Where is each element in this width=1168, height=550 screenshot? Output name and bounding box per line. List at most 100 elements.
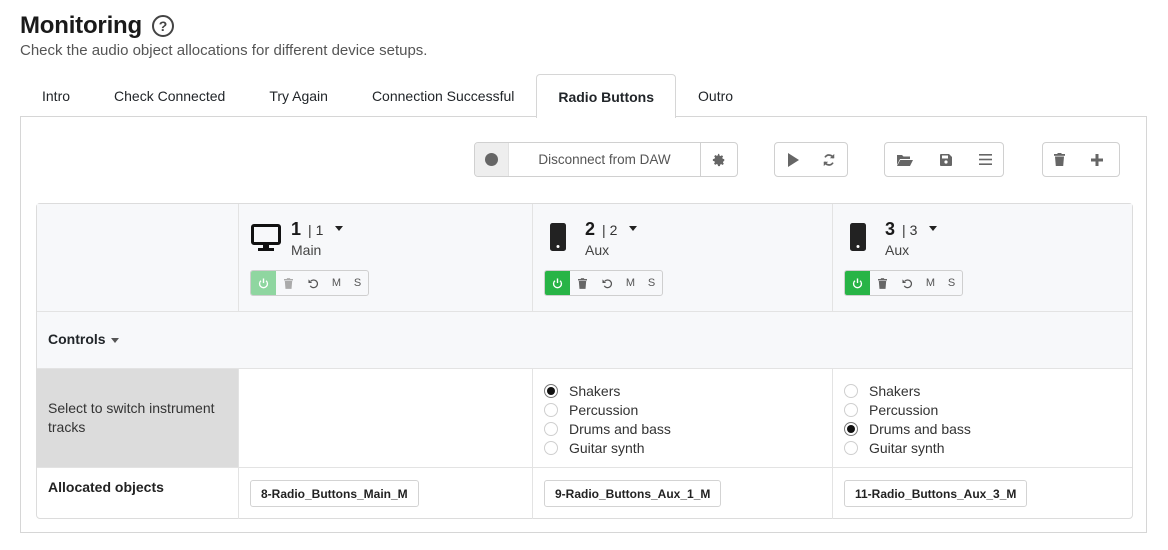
controls-label: Controls bbox=[48, 331, 106, 347]
delete-speaker-button[interactable] bbox=[570, 271, 595, 295]
allocated-objects-row: Allocated objects 8-Radio_Buttons_Main_M… bbox=[37, 468, 1132, 519]
radio-button[interactable] bbox=[844, 440, 858, 455]
radio-button-checked[interactable] bbox=[544, 383, 558, 398]
play-icon bbox=[788, 152, 799, 167]
file-toolbar bbox=[884, 142, 1004, 177]
power-button[interactable] bbox=[251, 271, 276, 295]
object-tag[interactable]: 8-Radio_Buttons_Main_M bbox=[250, 480, 419, 507]
page-title: Monitoring bbox=[20, 12, 142, 39]
power-button[interactable] bbox=[545, 271, 570, 295]
speaker-column-1: 1 | 1 Main M S bbox=[239, 204, 533, 311]
undo-icon bbox=[308, 278, 319, 288]
trash-icon bbox=[284, 277, 293, 289]
phone-icon bbox=[850, 223, 866, 251]
tab-outro[interactable]: Outro bbox=[676, 74, 755, 117]
tab-try-again[interactable]: Try Again bbox=[247, 74, 350, 117]
tab-intro[interactable]: Intro bbox=[20, 74, 92, 117]
monitor-icon bbox=[251, 224, 281, 251]
circle-icon bbox=[485, 153, 498, 166]
radio-row-label: Select to switch instrument tracks bbox=[48, 400, 215, 435]
mute-button[interactable]: M bbox=[326, 271, 347, 295]
speaker-controls: M S bbox=[250, 270, 369, 296]
menu-button[interactable] bbox=[967, 143, 1003, 176]
radio-button[interactable] bbox=[544, 402, 558, 417]
radio-button[interactable] bbox=[844, 383, 858, 398]
radio-control-row: Select to switch instrument tracks Shake… bbox=[37, 369, 1132, 468]
list-icon bbox=[978, 154, 992, 165]
solo-button[interactable]: S bbox=[941, 271, 962, 295]
undo-icon bbox=[602, 278, 613, 288]
edit-toolbar bbox=[1042, 142, 1120, 177]
speaker-dropdown-caret[interactable] bbox=[629, 226, 637, 231]
radio-option[interactable]: Guitar synth bbox=[544, 438, 671, 457]
power-icon bbox=[852, 277, 863, 288]
plus-icon bbox=[1091, 153, 1103, 166]
page-header: Monitoring ? Check the audio object allo… bbox=[20, 12, 427, 59]
mute-button[interactable]: M bbox=[620, 271, 641, 295]
radio-button-checked[interactable] bbox=[844, 421, 858, 436]
reset-button[interactable] bbox=[895, 271, 920, 295]
phone-icon bbox=[550, 223, 566, 251]
trash-icon bbox=[578, 277, 587, 289]
delete-button[interactable] bbox=[1043, 143, 1075, 176]
tab-check-connected[interactable]: Check Connected bbox=[92, 74, 247, 117]
solo-button[interactable]: S bbox=[347, 271, 368, 295]
delete-speaker-button[interactable] bbox=[276, 271, 301, 295]
speaker-dropdown-caret[interactable] bbox=[335, 226, 343, 231]
object-tag[interactable]: 9-Radio_Buttons_Aux_1_M bbox=[544, 480, 722, 507]
radio-option[interactable]: Drums and bass bbox=[544, 419, 671, 438]
tab-radio-buttons[interactable]: Radio Buttons bbox=[536, 74, 677, 118]
refresh-button[interactable] bbox=[811, 143, 847, 176]
radio-option[interactable]: Percussion bbox=[544, 400, 671, 419]
playback-toolbar bbox=[774, 142, 848, 177]
speaker-type: Aux bbox=[585, 242, 610, 258]
speaker-controls: M S bbox=[544, 270, 663, 296]
mute-button[interactable]: M bbox=[920, 271, 941, 295]
save-button[interactable] bbox=[925, 143, 967, 176]
radio-option[interactable]: Percussion bbox=[844, 400, 971, 419]
tab-connection-successful[interactable]: Connection Successful bbox=[350, 74, 536, 117]
gear-icon bbox=[712, 153, 725, 166]
refresh-icon bbox=[823, 153, 835, 166]
reset-button[interactable] bbox=[595, 271, 620, 295]
object-tag[interactable]: 11-Radio_Buttons_Aux_3_M bbox=[844, 480, 1028, 507]
radio-button[interactable] bbox=[544, 421, 558, 436]
power-button[interactable] bbox=[845, 271, 870, 295]
controls-toggle[interactable]: Controls bbox=[48, 331, 119, 347]
radio-option[interactable]: Shakers bbox=[544, 381, 671, 400]
help-icon[interactable]: ? bbox=[151, 15, 174, 37]
speaker-number: 1 | 1 bbox=[291, 219, 324, 239]
radio-button[interactable] bbox=[544, 440, 558, 455]
radio-button[interactable] bbox=[844, 402, 858, 417]
settings-button[interactable] bbox=[701, 143, 737, 176]
add-button[interactable] bbox=[1075, 143, 1119, 176]
reset-button[interactable] bbox=[301, 271, 326, 295]
solo-button[interactable]: S bbox=[641, 271, 662, 295]
delete-speaker-button[interactable] bbox=[870, 271, 895, 295]
allocated-cell-speaker-2: 9-Radio_Buttons_Aux_1_M bbox=[533, 468, 833, 519]
controls-row: Controls bbox=[37, 312, 1132, 369]
open-button[interactable] bbox=[885, 143, 925, 176]
radio-cell-speaker-3: Shakers Percussion Drums and bass Guitar… bbox=[833, 369, 1132, 467]
radio-cell-speaker-2: Shakers Percussion Drums and bass Guitar… bbox=[533, 369, 833, 467]
speaker-type: Aux bbox=[885, 242, 910, 258]
allocated-cell-speaker-3: 11-Radio_Buttons_Aux_3_M bbox=[833, 468, 1132, 519]
radio-option[interactable]: Shakers bbox=[844, 381, 971, 400]
radio-option[interactable]: Guitar synth bbox=[844, 438, 971, 457]
allocated-cell-speaker-1: 8-Radio_Buttons_Main_M bbox=[239, 468, 533, 519]
speaker-header-row: 1 | 1 Main M S 2 | 2 Aux M S 3 | 3 Aux M… bbox=[37, 204, 1132, 312]
radio-option[interactable]: Drums and bass bbox=[844, 419, 971, 438]
radio-cell-speaker-1 bbox=[239, 369, 533, 467]
undo-icon bbox=[902, 278, 913, 288]
play-button[interactable] bbox=[775, 143, 811, 176]
disconnect-daw-button[interactable]: Disconnect from DAW bbox=[509, 143, 701, 176]
power-icon bbox=[258, 277, 269, 288]
record-button[interactable] bbox=[475, 143, 509, 176]
daw-toolbar: Disconnect from DAW bbox=[474, 142, 738, 177]
speaker-dropdown-caret[interactable] bbox=[929, 226, 937, 231]
speaker-column-3: 3 | 3 Aux M S bbox=[833, 204, 1132, 311]
trash-icon bbox=[878, 277, 887, 289]
radio-group-speaker-3: Shakers Percussion Drums and bass Guitar… bbox=[844, 381, 971, 457]
folder-open-icon bbox=[897, 154, 913, 166]
tab-bar: Intro Check Connected Try Again Connecti… bbox=[20, 74, 755, 118]
